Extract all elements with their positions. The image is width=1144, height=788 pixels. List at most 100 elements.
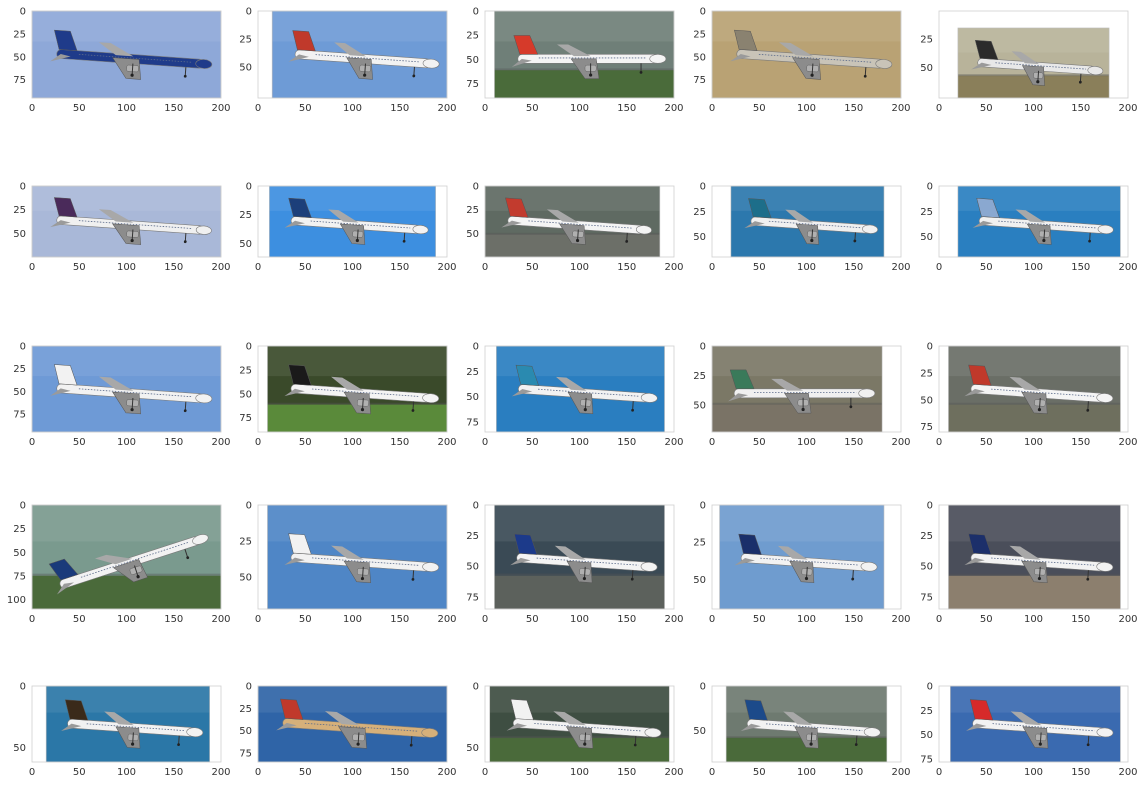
x-tick-label: 150 (617, 767, 636, 778)
x-tick-label: 0 (482, 437, 488, 448)
x-tick-label: 150 (390, 614, 409, 625)
y-tick-label: 0 (927, 342, 933, 353)
y-tick-label: 75 (466, 592, 479, 603)
x-tick-label: 50 (299, 103, 312, 114)
image-panel: 0 50 100 150 200 0 25 50 75 (920, 501, 1137, 626)
y-tick-label: 0 (700, 182, 706, 193)
aircraft-photo (957, 27, 1110, 98)
x-tick-label: 100 (797, 262, 816, 273)
x-tick-label: 50 (299, 437, 312, 448)
y-tick-label: 0 (927, 182, 933, 193)
y-tick-label: 50 (693, 52, 706, 63)
y-tick-label: 50 (920, 562, 933, 573)
x-tick-label: 0 (255, 614, 261, 625)
image-panel: 0 50 100 150 200 25 50 (920, 10, 1138, 114)
y-tick-label: 25 (693, 29, 706, 40)
x-tick-label: 0 (709, 614, 715, 625)
photo-ground (32, 575, 221, 609)
x-tick-label: 100 (343, 614, 362, 625)
y-tick-label: 0 (246, 342, 252, 353)
x-tick-label: 50 (73, 262, 86, 273)
y-tick-label: 25 (693, 371, 706, 382)
image-panel: 0 50 100 150 200 0 25 50 75 (920, 682, 1137, 779)
x-tick-label: 150 (390, 262, 409, 273)
y-tick-label: 0 (20, 182, 26, 193)
x-tick-label: 0 (936, 262, 942, 273)
y-tick-label: 25 (13, 205, 26, 216)
x-tick-label: 50 (980, 262, 993, 273)
image-panel: 0 50 100 150 200 0 25 50 (693, 342, 910, 449)
x-tick-label: 0 (936, 437, 942, 448)
x-tick-label: 0 (29, 767, 35, 778)
y-tick-label: 25 (239, 34, 252, 45)
x-tick-label: 100 (117, 437, 136, 448)
y-tick-label: 75 (13, 75, 26, 86)
x-tick-label: 100 (570, 262, 589, 273)
y-tick-label: 25 (239, 210, 252, 221)
y-tick-label: 0 (473, 682, 479, 693)
aircraft-photo (712, 346, 883, 432)
image-panel: 0 50 100 150 200 0 25 50 (466, 182, 683, 274)
image-panel: 0 50 100 150 200 0 25 50 (13, 182, 230, 274)
x-tick-label: 200 (1118, 614, 1137, 625)
y-tick-label: 50 (466, 743, 479, 754)
y-tick-label: 0 (927, 501, 933, 512)
y-tick-label: 50 (466, 392, 479, 403)
x-tick-label: 50 (753, 767, 766, 778)
y-tick-label: 25 (920, 368, 933, 379)
image-panel: 0 50 100 150 200 0 25 50 75 (920, 342, 1137, 449)
y-tick-label: 50 (920, 63, 933, 74)
x-tick-label: 150 (1071, 262, 1090, 273)
image-panel: 0 50 100 150 200 0 25 50 (239, 182, 456, 274)
y-tick-label: 25 (693, 538, 706, 549)
x-tick-label: 50 (73, 437, 86, 448)
image-panel: 0 50 100 150 200 0 25 50 (239, 501, 456, 626)
aircraft-photo (730, 186, 884, 257)
x-tick-label: 200 (664, 437, 683, 448)
x-tick-label: 100 (1024, 767, 1043, 778)
image-panel: 0 50 100 150 200 0 25 50 75 (466, 342, 683, 449)
aircraft-photo (46, 686, 210, 762)
x-tick-label: 50 (526, 262, 539, 273)
x-tick-label: 100 (797, 614, 816, 625)
aircraft-photo (32, 505, 221, 609)
x-tick-label: 150 (617, 262, 636, 273)
aircraft-photo (494, 505, 665, 609)
y-tick-label: 25 (920, 531, 933, 542)
y-tick-label: 75 (466, 79, 479, 90)
aircraft-photo (32, 346, 221, 432)
x-tick-label: 200 (891, 262, 910, 273)
x-tick-label: 200 (437, 103, 456, 114)
image-panel: 0 50 100 150 200 0 25 50 75 (693, 7, 910, 115)
x-tick-label: 150 (1071, 767, 1090, 778)
image-panel: 0 50 100 150 200 0 25 50 75 (239, 342, 456, 449)
x-tick-label: 200 (1118, 262, 1137, 273)
x-tick-label: 200 (1118, 767, 1137, 778)
x-tick-label: 150 (844, 614, 863, 625)
aircraft-photo (267, 346, 447, 432)
y-tick-label: 50 (693, 726, 706, 737)
y-tick-label: 0 (20, 682, 26, 693)
y-tick-label: 50 (920, 395, 933, 406)
aircraft-photo (485, 186, 660, 257)
y-tick-label: 25 (920, 207, 933, 218)
aircraft-photo (712, 11, 901, 98)
y-tick-label: 25 (466, 31, 479, 42)
image-panel: 0 50 100 150 200 0 25 50 (920, 182, 1137, 274)
x-tick-label: 0 (255, 767, 261, 778)
x-tick-label: 0 (29, 103, 35, 114)
y-tick-label: 0 (20, 342, 26, 353)
x-tick-label: 150 (164, 262, 183, 273)
y-tick-label: 50 (13, 743, 26, 754)
aircraft-photo (957, 186, 1121, 257)
x-tick-label: 100 (1024, 614, 1043, 625)
x-tick-label: 50 (753, 437, 766, 448)
x-tick-label: 100 (117, 767, 136, 778)
y-tick-label: 25 (13, 29, 26, 40)
x-tick-label: 50 (299, 262, 312, 273)
image-panel: 0 50 100 150 200 0 50 (13, 682, 230, 779)
y-tick-label: 0 (246, 7, 252, 18)
y-tick-label: 0 (20, 501, 26, 512)
x-tick-label: 100 (570, 614, 589, 625)
x-tick-label: 50 (753, 262, 766, 273)
